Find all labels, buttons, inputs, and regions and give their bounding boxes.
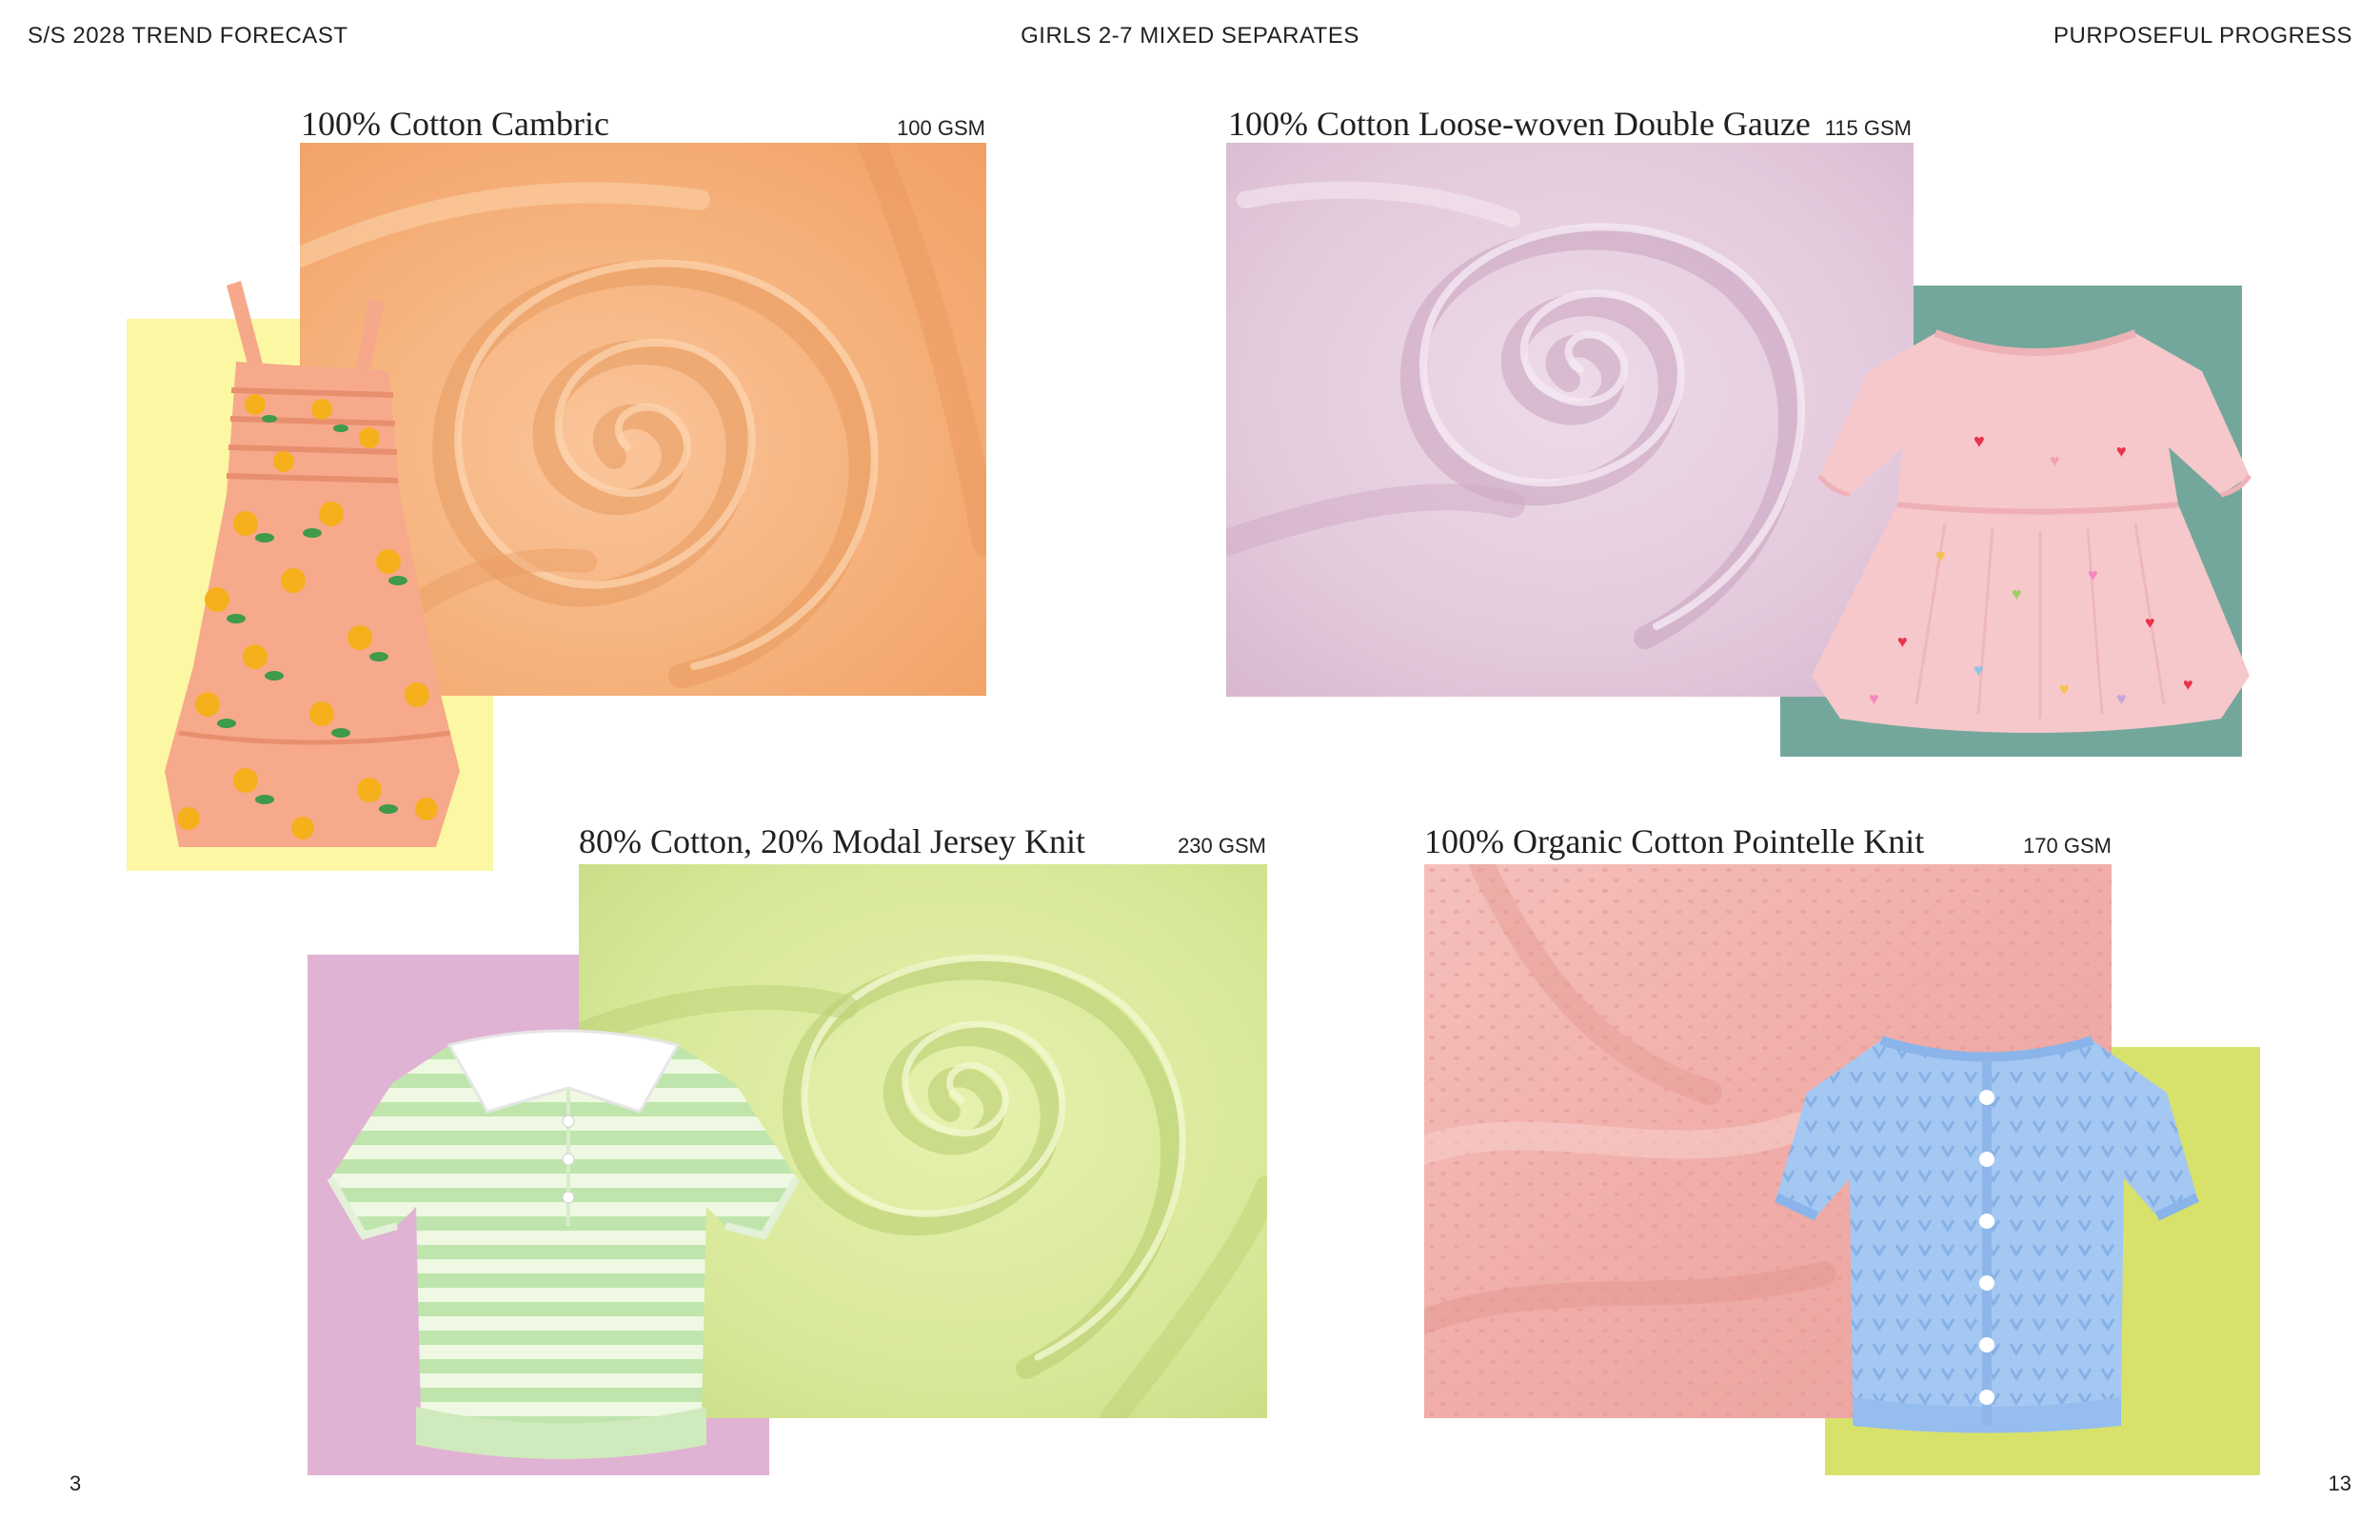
svg-text:♥: ♥ (2050, 451, 2060, 470)
fabric-title-double-gauze: 100% Cotton Loose-woven Double Gauze (1228, 105, 1811, 143)
fabric-weight-jersey-knit: 230 GSM (1178, 834, 1266, 858)
svg-text:♥: ♥ (2183, 675, 2193, 694)
svg-text:♥: ♥ (2116, 442, 2127, 461)
blue-pointelle-cardigan-icon (1774, 1017, 2200, 1433)
striped-polo-top-icon (326, 1017, 802, 1469)
floral-smocked-dress-icon (150, 276, 474, 857)
svg-text:♥: ♥ (2145, 613, 2155, 632)
svg-text:♥: ♥ (1973, 431, 1985, 452)
fabric-weight-cambric: 100 GSM (897, 116, 985, 140)
svg-text:♥: ♥ (1973, 661, 1984, 680)
header-center-text: GIRLS 2-7 MIXED SEPARATES (1021, 23, 1359, 49)
page-number-left: 3 (69, 1471, 82, 1495)
svg-text:♥: ♥ (1935, 546, 1946, 565)
svg-text:♥: ♥ (2116, 689, 2127, 708)
fabric-weight-double-gauze: 115 GSM (1824, 116, 1912, 140)
fabric-title-jersey-knit: 80% Cotton, 20% Modal Jersey Knit (579, 822, 1085, 860)
svg-text:♥: ♥ (2059, 680, 2070, 699)
fabric-title-pointelle-knit: 100% Organic Cotton Pointelle Knit (1424, 822, 1925, 860)
pink-heart-dress-icon: ♥ ♥ ♥ ♥ ♥ ♥ ♥ ♥ ♥ ♥ ♥ ♥ ♥ (1802, 314, 2267, 738)
fabric-title-cambric: 100% Cotton Cambric (301, 105, 609, 143)
svg-text:♥: ♥ (1869, 689, 1879, 708)
svg-text:♥: ♥ (2012, 584, 2022, 603)
page-number-right: 13 (2328, 1471, 2351, 1495)
fabric-weight-pointelle-knit: 170 GSM (2023, 834, 2112, 858)
svg-text:♥: ♥ (2088, 565, 2098, 584)
svg-text:♥: ♥ (1897, 632, 1908, 651)
header-right-text: PURPOSEFUL PROGRESS (2053, 23, 2352, 49)
